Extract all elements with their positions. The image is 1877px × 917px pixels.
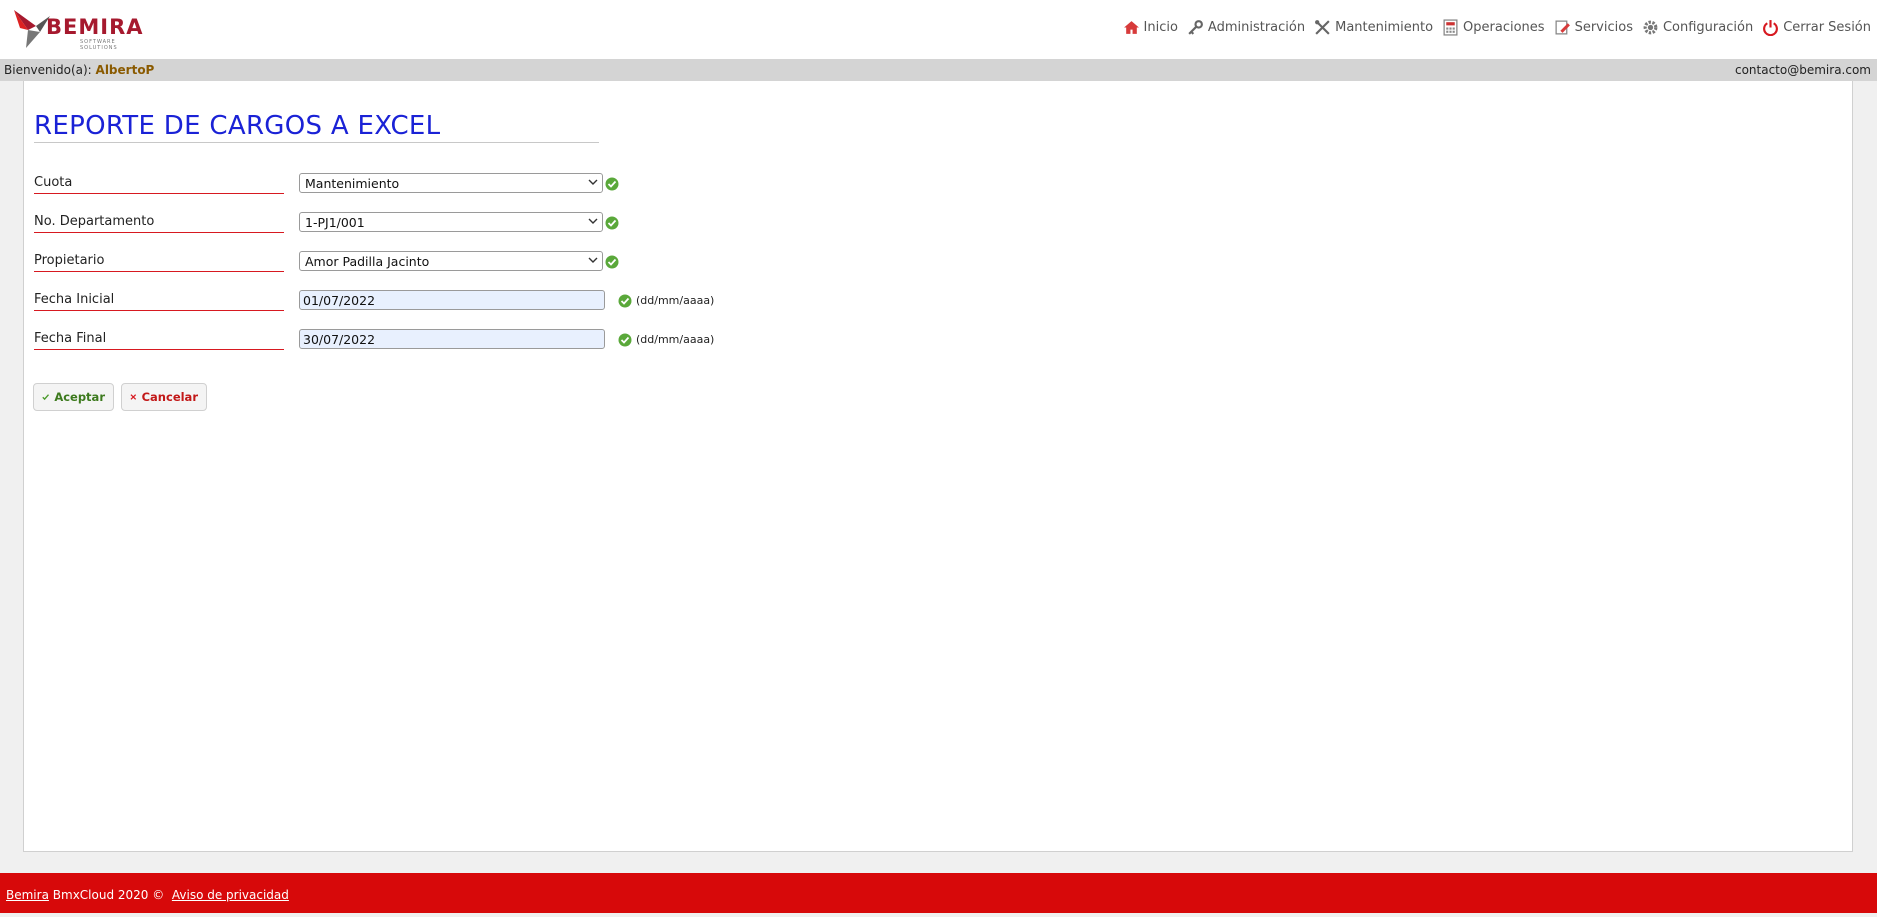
check-circle-icon xyxy=(605,177,619,191)
chevron-down-icon xyxy=(588,257,598,263)
nav-label: Administración xyxy=(1207,19,1306,35)
accept-label: Aceptar xyxy=(54,390,105,404)
edit-document-icon xyxy=(1555,19,1570,35)
top-header: BEMIRA SOFTWARE SOLUTIONS Inicio Adminis… xyxy=(0,0,1877,59)
check-circle-icon xyxy=(618,294,632,308)
nav-label: Inicio xyxy=(1143,19,1178,35)
cuota-label: Cuota xyxy=(34,175,284,194)
nav-configuracion[interactable]: Configuración xyxy=(1642,19,1753,36)
key-icon xyxy=(1188,19,1203,35)
bemira-logo[interactable]: BEMIRA SOFTWARE SOLUTIONS xyxy=(10,6,143,52)
gear-icon xyxy=(1643,20,1658,34)
fecha-final-value: 30/07/2022 xyxy=(303,332,376,347)
nav-label: Configuración xyxy=(1662,19,1754,35)
nav-administracion[interactable]: Administración xyxy=(1187,19,1305,36)
row-propietario: Propietario Amor Padilla Jacinto xyxy=(34,251,734,277)
close-icon xyxy=(130,394,137,400)
check-circle-icon xyxy=(605,255,619,269)
welcome-text: Bienvenido(a): AlbertoP xyxy=(4,63,154,77)
cuota-value: Mantenimiento xyxy=(305,176,400,191)
fecha-final-input[interactable]: 30/07/2022 xyxy=(299,329,605,349)
cancel-label: Cancelar xyxy=(141,390,198,404)
fecha-inicial-value: 01/07/2022 xyxy=(303,293,376,308)
propietario-value: Amor Padilla Jacinto xyxy=(305,254,430,269)
footer: Bemira BmxCloud 2020 © Aviso de privacid… xyxy=(0,873,1877,913)
bemira-link[interactable]: Bemira xyxy=(6,888,49,902)
accept-button[interactable]: Aceptar xyxy=(33,383,114,411)
date-format-hint: (dd/mm/aaaa) xyxy=(636,294,715,307)
nav-inicio[interactable]: Inicio xyxy=(1123,19,1178,36)
fecha-final-label: Fecha Final xyxy=(34,331,284,350)
checkmark-icon xyxy=(42,394,50,401)
main-panel: REPORTE DE CARGOS A EXCEL Cuota Mantenim… xyxy=(23,81,1853,852)
nav-servicios[interactable]: Servicios xyxy=(1554,19,1633,36)
fecha-inicial-input[interactable]: 01/07/2022 xyxy=(299,290,605,310)
username: AlbertoP xyxy=(95,63,155,77)
main-nav: Inicio Administración Mantenimiento Oper… xyxy=(1114,16,1871,38)
nav-cerrar-sesion[interactable]: Cerrar Sesión xyxy=(1762,19,1871,36)
date-format-hint: (dd/mm/aaaa) xyxy=(636,333,715,346)
nav-label: Mantenimiento xyxy=(1335,19,1434,35)
nav-label: Operaciones xyxy=(1463,19,1545,35)
contact-email: contacto@bemira.com xyxy=(1734,63,1871,77)
tools-icon xyxy=(1315,19,1330,35)
check-circle-icon xyxy=(605,216,619,230)
propietario-select[interactable]: Amor Padilla Jacinto xyxy=(299,251,603,271)
row-fecha-final: Fecha Final 30/07/2022 (dd/mm/aaaa) xyxy=(34,329,734,355)
footer-content: Bemira BmxCloud 2020 © Aviso de privacid… xyxy=(6,888,289,902)
welcome-bar: Bienvenido(a): AlbertoP contacto@bemira.… xyxy=(0,59,1877,81)
power-icon xyxy=(1763,19,1779,36)
nav-label: Cerrar Sesión xyxy=(1783,19,1871,35)
nav-operaciones[interactable]: Operaciones xyxy=(1442,18,1545,36)
departamento-value: 1-PJ1/001 xyxy=(305,215,365,230)
nav-label: Servicios xyxy=(1574,19,1633,35)
cuota-select[interactable]: Mantenimiento xyxy=(299,173,603,193)
departamento-label: No. Departamento xyxy=(34,214,284,233)
fecha-inicial-label: Fecha Inicial xyxy=(34,292,284,311)
nav-mantenimiento[interactable]: Mantenimiento xyxy=(1314,19,1433,36)
footer-text: BmxCloud 2020 © xyxy=(52,888,165,902)
departamento-select[interactable]: 1-PJ1/001 xyxy=(299,212,603,232)
row-departamento: No. Departamento 1-PJ1/001 xyxy=(34,212,734,238)
calculator-icon xyxy=(1443,18,1458,36)
cancel-button[interactable]: Cancelar xyxy=(121,383,207,411)
propietario-label: Propietario xyxy=(34,253,284,272)
row-cuota: Cuota Mantenimiento xyxy=(34,173,734,199)
row-fecha-inicial: Fecha Inicial 01/07/2022 (dd/mm/aaaa) xyxy=(34,290,734,316)
logo-subtitle: SOFTWARE SOLUTIONS xyxy=(80,39,118,51)
chevron-down-icon xyxy=(588,218,598,224)
privacy-link[interactable]: Aviso de privacidad xyxy=(172,888,289,902)
chevron-down-icon xyxy=(588,179,598,185)
logo-text: BEMIRA xyxy=(46,15,144,39)
check-circle-icon xyxy=(618,333,632,347)
page-title: REPORTE DE CARGOS A EXCEL xyxy=(34,111,599,143)
welcome-prefix: Bienvenido(a): xyxy=(4,63,92,77)
home-icon xyxy=(1123,20,1139,34)
